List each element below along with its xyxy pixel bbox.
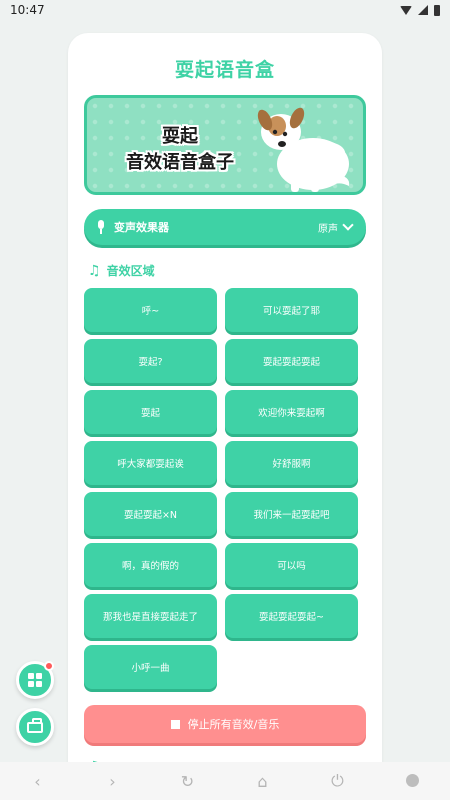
dog-image bbox=[257, 107, 350, 192]
grid-fab-button[interactable] bbox=[16, 661, 54, 699]
stop-icon bbox=[170, 719, 180, 729]
sound-button[interactable]: 我们来一起耍起吧 bbox=[225, 492, 358, 536]
sound-button[interactable]: 耍起耍起耍起 bbox=[225, 339, 358, 383]
voice-changer-label: 变声效果器 bbox=[114, 221, 169, 234]
banner-text: 耍起 音效语音盒子 bbox=[105, 124, 255, 176]
signal-icon bbox=[418, 5, 428, 15]
sound-button[interactable]: 啊，真的假的 bbox=[84, 543, 217, 587]
toolbox-fab-button[interactable] bbox=[16, 708, 54, 746]
sound-button[interactable]: 可以耍起了耶 bbox=[225, 288, 358, 332]
music-note-icon: ♫ bbox=[88, 262, 101, 279]
bottom-nav-bar: ‹ › ↻ ⌂ ⏻ bbox=[0, 762, 450, 800]
power-icon[interactable]: ⏻ bbox=[323, 771, 353, 791]
banner-line-1: 耍起 bbox=[162, 126, 198, 147]
home-icon[interactable]: ⌂ bbox=[248, 772, 278, 791]
sound-button[interactable]: 耍起? bbox=[84, 339, 217, 383]
app-title: 耍起语音盒 bbox=[174, 59, 275, 81]
sound-button[interactable]: 好舒服啊 bbox=[225, 441, 358, 485]
banner[interactable]: 耍起 音效语音盒子 bbox=[84, 95, 366, 195]
sound-section-title: 音效区域 bbox=[106, 264, 155, 278]
sound-button[interactable]: 欢迎你来耍起啊 bbox=[225, 390, 358, 434]
back-icon[interactable]: ‹ bbox=[23, 772, 53, 791]
battery-icon bbox=[434, 4, 440, 16]
sound-button[interactable]: 耍起 bbox=[84, 390, 217, 434]
sound-button[interactable]: 耍起耍起耍起~ bbox=[225, 594, 358, 638]
status-icons bbox=[400, 4, 440, 16]
wifi-icon bbox=[400, 5, 412, 15]
circle-icon[interactable] bbox=[398, 772, 428, 791]
sound-section-heading: ♫ 音效区域 bbox=[88, 262, 155, 279]
sound-button[interactable]: 那我也是直接耍起走了 bbox=[84, 594, 217, 638]
voice-changer-dropdown[interactable]: 变声效果器 原声 bbox=[84, 209, 366, 245]
stop-all-label: 停止所有音效/音乐 bbox=[187, 718, 280, 731]
chevron-down-icon bbox=[342, 219, 354, 231]
forward-icon[interactable]: › bbox=[98, 772, 128, 791]
banner-line-2: 音效语音盒子 bbox=[126, 152, 234, 173]
toolbox-icon bbox=[27, 717, 43, 733]
grid-icon bbox=[28, 673, 42, 687]
sound-grid: 呼~ 可以耍起了耶 耍起? 耍起耍起耍起 耍起 欢迎你来耍起啊 呼大家都耍起诶 … bbox=[84, 288, 360, 689]
sound-button[interactable]: 呼大家都耍起诶 bbox=[84, 441, 217, 485]
voice-changer-value: 原声 bbox=[318, 223, 338, 235]
microphone-icon bbox=[96, 220, 106, 234]
sound-button[interactable]: 呼~ bbox=[84, 288, 217, 332]
notification-badge bbox=[44, 661, 54, 671]
main-card: 耍起语音盒 耍起 音效语音盒子 变声效果器 原声 ♫ 音效区域 呼~ 可以耍起了… bbox=[68, 33, 382, 793]
sound-button[interactable]: 可以吗 bbox=[225, 543, 358, 587]
status-time: 10:47 bbox=[10, 3, 45, 17]
refresh-icon[interactable]: ↻ bbox=[173, 772, 203, 791]
status-bar: 10:47 bbox=[0, 0, 450, 20]
sound-button[interactable]: 耍起耍起×N bbox=[84, 492, 217, 536]
stop-all-button[interactable]: 停止所有音效/音乐 bbox=[84, 705, 366, 743]
sound-button[interactable]: 小呼一曲 bbox=[84, 645, 217, 689]
